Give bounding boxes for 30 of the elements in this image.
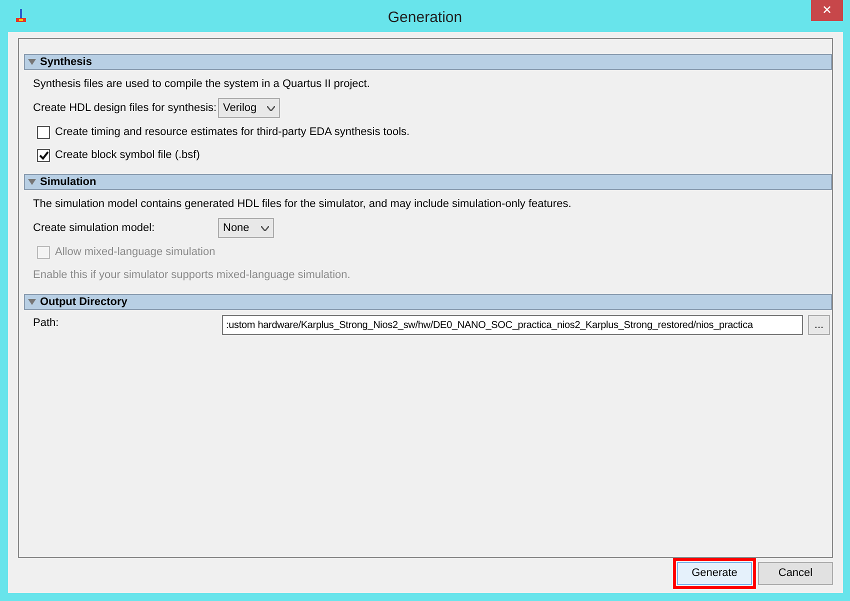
section-title: Output Directory bbox=[40, 294, 128, 310]
chevron-down-icon bbox=[266, 106, 275, 110]
checkbox-label: Create block symbol file (.bsf) bbox=[55, 148, 200, 163]
section-header[interactable]: Output Directory bbox=[24, 294, 832, 310]
section-title: Simulation bbox=[40, 174, 96, 190]
hint-text: Enable this if your simulator supports mixed-language simulation. bbox=[33, 268, 350, 283]
field-label: Create HDL design files for synthesis: bbox=[33, 100, 218, 116]
section-header[interactable]: Synthesis bbox=[24, 54, 832, 70]
browse-button[interactable]: ... bbox=[808, 315, 830, 335]
dropdown[interactable]: None bbox=[218, 218, 274, 238]
collapse-triangle-icon[interactable] bbox=[28, 299, 36, 305]
description-text: The simulation model contains generated HDL files for the simulator, and may include simulation-only features. bbox=[33, 196, 572, 212]
collapse-triangle-icon[interactable] bbox=[28, 179, 36, 185]
window-title: Generation bbox=[388, 8, 462, 28]
app-icon bbox=[14, 8, 28, 24]
section-header[interactable]: Simulation bbox=[24, 174, 832, 190]
section-title: Synthesis bbox=[40, 54, 92, 70]
dropdown[interactable]: Verilog bbox=[218, 98, 280, 118]
field-label: Path: bbox=[33, 316, 60, 331]
checkbox-label: Create timing and resource estimates for third-party EDA synthesis tools. bbox=[55, 124, 410, 140]
checkbox[interactable] bbox=[37, 148, 50, 162]
field-label: Create simulation model: bbox=[33, 220, 156, 236]
close-button[interactable]: ✕ bbox=[811, 0, 843, 21]
checkbox[interactable] bbox=[37, 126, 50, 138]
description-text: Synthesis files are used to compile the system in a Quartus II project. bbox=[33, 76, 370, 92]
collapse-triangle-icon[interactable] bbox=[28, 59, 36, 65]
path-field[interactable]: :ustom hardware/Karplus_Strong_Nios2_sw/hw/DE0_NANO_SOC_practica_nios2_Karplus_Strong_restored/nios_practica bbox=[222, 315, 803, 335]
checkbox-label: Allow mixed-language simulation bbox=[55, 244, 216, 260]
cancel-button[interactable]: Cancel bbox=[758, 562, 833, 585]
chevron-down-icon bbox=[261, 226, 269, 230]
